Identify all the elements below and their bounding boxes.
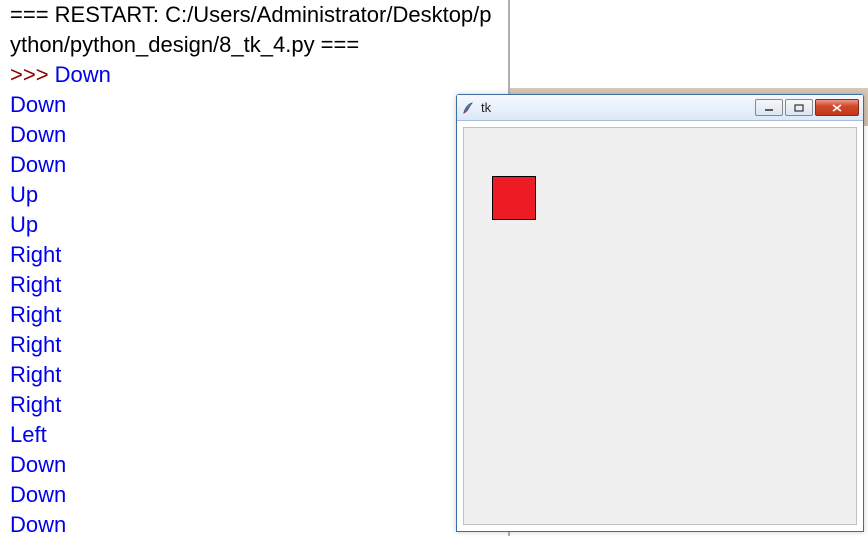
maximize-icon [794, 104, 804, 112]
stdout-line: Down [10, 480, 500, 510]
stdout-line: Down [10, 450, 500, 480]
close-button[interactable] [815, 99, 859, 116]
minimize-button[interactable] [755, 99, 783, 116]
stdout-line: Down [55, 62, 111, 87]
window-controls [753, 99, 859, 116]
shell-prompt: >>> [10, 62, 55, 87]
stdout-line: Down [10, 90, 500, 120]
stdout-line: Right [10, 300, 500, 330]
stdout-line: Left [10, 420, 500, 450]
close-icon [831, 104, 843, 112]
feather-icon [461, 101, 475, 115]
stdout-line: Up [10, 210, 500, 240]
window-title: tk [481, 100, 753, 115]
python-shell-output: === RESTART: C:/Users/Administrator/Desk… [10, 0, 500, 540]
red-square-shape [492, 176, 536, 220]
restart-banner: === RESTART: C:/Users/Administrator/Desk… [10, 0, 500, 60]
stdout-line: Down [10, 150, 500, 180]
stdout-line: Right [10, 330, 500, 360]
stdout-line: Right [10, 360, 500, 390]
tk-canvas[interactable] [463, 127, 857, 525]
shell-prompt-line: >>> Down [10, 60, 500, 90]
stdout-line: Down [10, 120, 500, 150]
stdout-line: Up [10, 180, 500, 210]
window-titlebar[interactable]: tk [457, 95, 863, 121]
stdout-line: Right [10, 390, 500, 420]
stdout-line: Right [10, 270, 500, 300]
tk-application-window[interactable]: tk [456, 94, 864, 532]
maximize-button[interactable] [785, 99, 813, 116]
stdout-line: Right [10, 240, 500, 270]
minimize-icon [764, 104, 774, 112]
